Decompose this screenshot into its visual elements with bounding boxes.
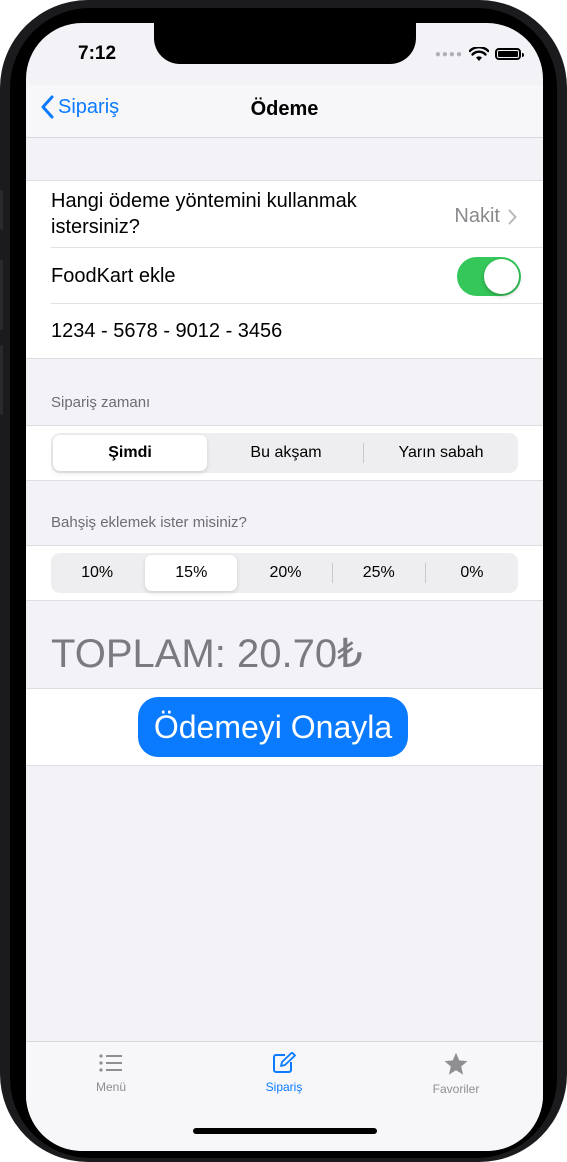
wifi-icon [469, 46, 489, 61]
compose-icon [273, 1052, 296, 1073]
confirm-group: Ödemeyi Onayla [26, 688, 543, 766]
segment-tip-15[interactable]: 15% [145, 555, 238, 591]
toggle-knob [484, 259, 519, 294]
payment-method-row[interactable]: Hangi ödeme yöntemini kullanmak istersin… [26, 181, 543, 248]
phone-frame: 7:12 ●●●● Sipariş Ödeme Hangi ödeme yönt… [0, 0, 567, 1162]
foodkart-row: FoodKart ekle [26, 248, 543, 304]
segment-tip-25[interactable]: 25% [333, 555, 425, 591]
segment-tomorrow-morning[interactable]: Yarın sabah [364, 435, 518, 471]
page-title: Ödeme [250, 98, 319, 120]
tip-header: Bahşiş eklemek ister misiniz? [51, 514, 247, 531]
segment-tip-10[interactable]: 10% [51, 555, 143, 591]
tip-segmented-control: 10% 15% 20% 25% 0% [51, 553, 518, 593]
phone-side-button [0, 190, 3, 230]
segment-tip-0[interactable]: 0% [426, 555, 518, 591]
tab-favorites[interactable]: Favoriler [396, 1052, 516, 1096]
tab-menu-label: Menü [95, 1080, 127, 1094]
foodkart-toggle[interactable] [457, 257, 521, 296]
home-indicator [193, 1128, 377, 1134]
order-time-header: Sipariş zamanı [51, 394, 151, 411]
order-time-group: Şimdi Bu akşam Yarın sabah [26, 425, 543, 481]
payment-method-question: Hangi ödeme yöntemini kullanmak istersin… [51, 190, 357, 238]
segment-now[interactable]: Şimdi [53, 435, 207, 471]
signal-dots-icon: ●●●● [434, 48, 463, 60]
status-icons: ●●●● [434, 43, 524, 65]
list-icon [99, 1054, 122, 1072]
status-time: 7:12 [78, 43, 117, 64]
navigation-bar: Sipariş Ödeme [26, 85, 543, 138]
battery-icon [495, 48, 524, 60]
tab-order-label: Sipariş [265, 1080, 303, 1094]
card-number-row[interactable]: 1234 - 5678 - 9012 - 3456 [26, 304, 543, 358]
tip-group: 10% 15% 20% 25% 0% [26, 545, 543, 601]
phone-volume-down [0, 345, 3, 415]
total-amount: TOPLAM: 20.70₺ [51, 632, 363, 676]
notch [154, 23, 416, 64]
payment-group: Hangi ödeme yöntemini kullanmak istersin… [26, 180, 543, 359]
payment-method-detail: Nakit [454, 205, 517, 228]
foodkart-label: FoodKart ekle [51, 265, 176, 287]
segment-tonight[interactable]: Bu akşam [209, 435, 363, 471]
order-time-segmented-control: Şimdi Bu akşam Yarın sabah [51, 433, 518, 473]
tab-favorites-label: Favoriler [432, 1082, 480, 1096]
tab-menu[interactable]: Menü [51, 1052, 171, 1094]
card-number-field: 1234 - 5678 - 9012 - 3456 [51, 320, 283, 342]
confirm-payment-button[interactable]: Ödemeyi Onayla [138, 697, 408, 757]
segment-tip-20[interactable]: 20% [239, 555, 331, 591]
chevron-right-icon [508, 209, 517, 224]
tab-order[interactable]: Sipariş [224, 1052, 344, 1094]
screen: 7:12 ●●●● Sipariş Ödeme Hangi ödeme yönt… [26, 23, 543, 1151]
payment-method-value: Nakit [454, 205, 500, 227]
phone-volume-up [0, 260, 3, 330]
tab-bar: Menü Sipariş Favoriler [26, 1041, 543, 1151]
star-icon [444, 1052, 468, 1075]
